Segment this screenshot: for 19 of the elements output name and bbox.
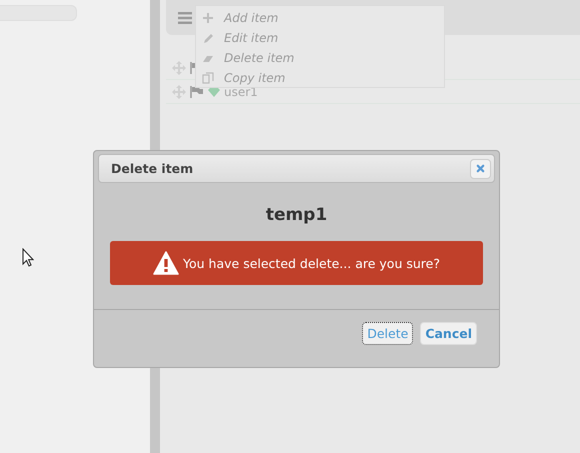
close-icon bbox=[476, 164, 485, 173]
menu-item[interactable]: Delete item bbox=[196, 48, 444, 68]
warning-message: You have selected delete... are you sure? bbox=[183, 256, 440, 270]
flag-icon[interactable] bbox=[190, 86, 204, 98]
menu-item[interactable]: Add item bbox=[196, 8, 444, 28]
dialog-title: Delete item bbox=[111, 161, 194, 176]
menu-item[interactable]: Edit item bbox=[196, 28, 444, 48]
warning-icon bbox=[153, 251, 180, 275]
add-icon bbox=[202, 12, 214, 24]
copy-icon bbox=[202, 72, 214, 84]
move-icon[interactable] bbox=[172, 60, 186, 74]
item-name: temp1 bbox=[264, 205, 328, 227]
dialog-button[interactable]: Cancel bbox=[420, 322, 477, 345]
move-icon[interactable] bbox=[172, 84, 186, 98]
mouse-cursor-icon bbox=[22, 248, 34, 267]
close-button[interactable] bbox=[470, 158, 491, 178]
dialog-button[interactable]: Delete bbox=[362, 322, 414, 345]
edit-icon bbox=[202, 32, 214, 44]
menu-icon[interactable] bbox=[178, 12, 192, 24]
